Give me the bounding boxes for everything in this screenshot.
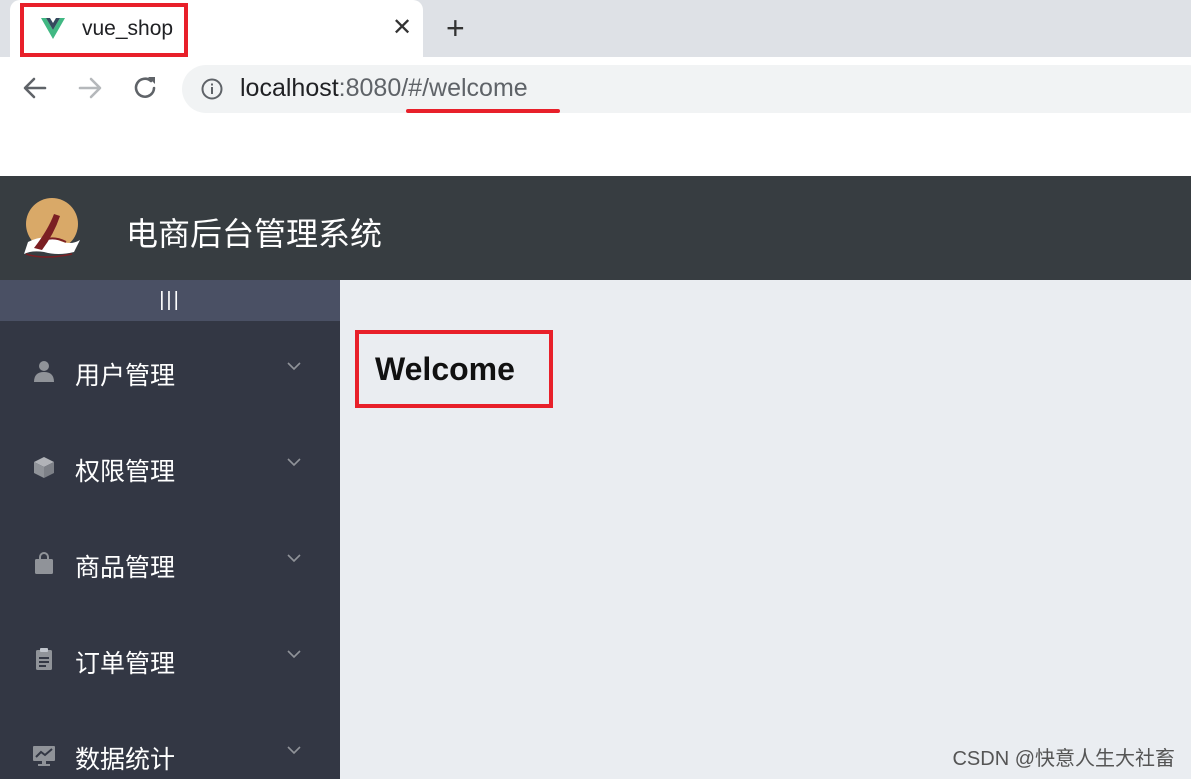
app-logo xyxy=(24,198,80,258)
sidebar-item-label: 订单管理 xyxy=(75,650,176,678)
chevron-down-icon xyxy=(287,746,301,755)
back-arrow-icon[interactable] xyxy=(20,73,50,103)
tab-highlight-box xyxy=(20,3,188,57)
app-title: 电商后台管理系统 xyxy=(126,216,383,252)
sidebar-item-goods[interactable]: 商品管理 xyxy=(0,513,340,609)
sidebar-item-label: 数据统计 xyxy=(75,746,176,774)
url-text: localhost:8080/#/welcome xyxy=(240,74,528,103)
shopping-bag-icon xyxy=(35,552,53,574)
sidebar-item-label: 权限管理 xyxy=(75,458,176,486)
forward-arrow-icon[interactable] xyxy=(75,73,105,103)
chart-icon xyxy=(33,746,55,766)
tab-close-button[interactable]: ✕ xyxy=(392,14,412,42)
user-icon xyxy=(34,361,54,382)
app-header: 电商后台管理系统 xyxy=(0,176,1191,280)
sidebar-collapse-toggle[interactable]: ||| xyxy=(0,280,340,321)
browser-toolbar: localhost:8080/#/welcome xyxy=(0,57,1191,120)
site-info-icon[interactable] xyxy=(200,77,224,101)
address-bar[interactable]: localhost:8080/#/welcome xyxy=(182,65,1191,113)
reload-icon[interactable] xyxy=(130,73,160,103)
chevron-down-icon xyxy=(287,650,301,659)
sidebar-item-statistics[interactable]: 数据统计 xyxy=(0,705,340,779)
chevron-down-icon xyxy=(287,362,301,371)
sidebar-item-label: 用户管理 xyxy=(75,362,176,390)
chevron-down-icon xyxy=(287,458,301,467)
url-host: localhost xyxy=(240,74,339,102)
welcome-highlight-box xyxy=(355,330,553,408)
sidebar-item-orders[interactable]: 订单管理 xyxy=(0,609,340,705)
url-path: :8080/#/welcome xyxy=(338,74,528,102)
clipboard-icon xyxy=(36,648,52,670)
new-tab-button[interactable]: + xyxy=(446,10,465,46)
watermark: CSDN @快意人生大社畜 xyxy=(952,748,1175,770)
sidebar-item-users[interactable]: 用户管理 xyxy=(0,321,340,417)
url-highlight-underline xyxy=(406,109,560,113)
sidebar-item-label: 商品管理 xyxy=(75,554,176,582)
chevron-down-icon xyxy=(287,554,301,563)
sidebar: ||| 用户管理 权限管理 商品管理 订单管理 数据统计 xyxy=(0,280,340,779)
sidebar-item-permissions[interactable]: 权限管理 xyxy=(0,417,340,513)
box-icon xyxy=(34,457,54,478)
